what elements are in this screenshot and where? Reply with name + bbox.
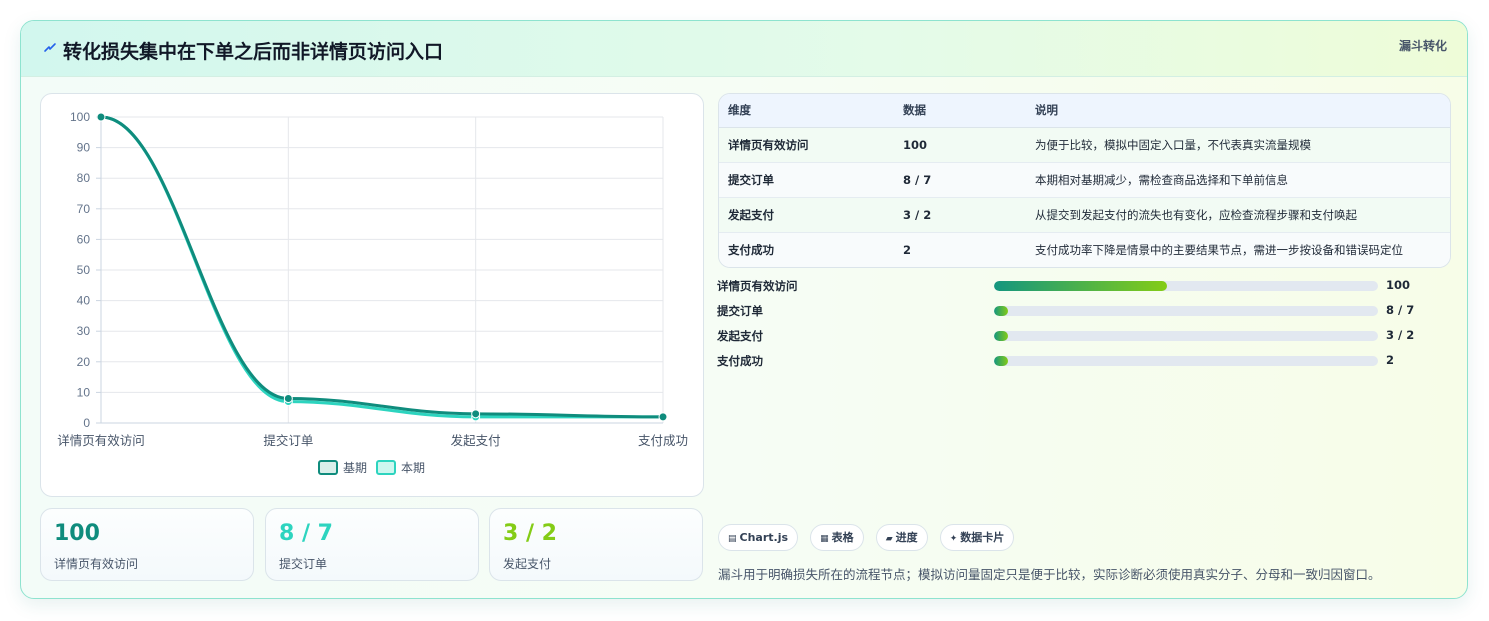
progress-value: 100 <box>1386 278 1411 292</box>
progress-row: 支付成功 2 <box>717 353 1457 378</box>
table-cell: 本期相对基期减少，需检查商品选择和下单前信息 <box>1026 162 1450 198</box>
table-cell: 2 <box>894 232 1026 267</box>
x-tick-label: 支付成功 <box>638 433 688 448</box>
chart-canvas: 0 10 20 30 40 50 60 70 80 90 100 详情页有效访问 提交订单 发起支付 支付成… <box>57 110 688 475</box>
y-tick-label: 40 <box>77 294 91 308</box>
x-tick-label: 提交订单 <box>263 433 313 448</box>
column-header-note: 说明 <box>1026 94 1450 128</box>
y-tick-label: 20 <box>77 355 91 369</box>
kpi-label: 详情页有效访问 <box>54 557 139 571</box>
data-point <box>471 409 481 419</box>
table-row: 发起支付 3 / 2 从提交到发起支付的流失也有变化，应检查流程步骤和支付唤起 <box>719 197 1450 233</box>
kpi-value: 8 / 7 <box>279 521 333 546</box>
progress-label: 详情页有效访问 <box>717 279 798 293</box>
progress-value: 3 / 2 <box>1386 328 1415 342</box>
funnel-table: 维度 数据 说明 详情页有效访问 100 为便于比较，模拟中固定入口量，不代表真… <box>718 93 1451 268</box>
lightning-icon <box>44 43 56 52</box>
legend-swatch <box>318 460 338 475</box>
kpi-card-orders: 8 / 7 提交订单 <box>265 508 479 581</box>
table-cell: 8 / 7 <box>894 162 1026 198</box>
category-tag: 漏斗转化 <box>1398 39 1447 53</box>
y-tick-label: 80 <box>77 171 91 185</box>
progress-label: 提交订单 <box>717 304 763 318</box>
chip-label: 表格 <box>831 531 854 544</box>
progress-fill <box>994 356 1008 366</box>
series-line-current <box>99 115 665 419</box>
legend-swatch <box>376 460 396 475</box>
y-tick-label: 100 <box>70 110 90 124</box>
data-point <box>283 394 293 404</box>
chip-label: 数据卡片 <box>960 531 1005 544</box>
table-cell: 3 / 2 <box>894 197 1026 233</box>
progress-fill <box>994 281 1167 291</box>
table-row: 详情页有效访问 100 为便于比较，模拟中固定入口量，不代表真实流量规模 <box>719 127 1450 163</box>
sparkle-icon: ✦ <box>949 534 958 544</box>
table-cell: 提交订单 <box>719 162 894 198</box>
table-cell: 为便于比较，模拟中固定入口量，不代表真实流量规模 <box>1026 127 1450 163</box>
table-row: 支付成功 2 支付成功率下降是情景中的主要结果节点，需进一步按设备和错误码定位 <box>719 232 1450 267</box>
kpi-value: 3 / 2 <box>503 521 557 546</box>
table-cell: 支付成功率下降是情景中的主要结果节点，需进一步按设备和错误码定位 <box>1026 232 1450 267</box>
legend-label: 本期 <box>401 461 425 475</box>
chip-data-card[interactable]: ✦ 数据卡片 <box>939 524 1015 551</box>
kpi-card-visits: 100 详情页有效访问 <box>40 508 254 581</box>
progress-row: 详情页有效访问 100 <box>717 278 1457 303</box>
chip-label: 进度 <box>895 531 918 544</box>
y-tick-label: 90 <box>77 141 91 155</box>
chart-icon: ▤ <box>728 534 737 544</box>
progress-list: 详情页有效访问 100 提交订单 8 / 7 发起支付 3 / 2 支付成功 2 <box>717 278 1457 378</box>
progress-label: 支付成功 <box>717 354 763 368</box>
series-line-base <box>99 115 665 419</box>
y-tick-label: 50 <box>77 263 91 277</box>
chip-label: Chart.js <box>739 531 789 544</box>
data-point <box>96 112 106 122</box>
x-tick-label: 发起支付 <box>451 433 501 448</box>
table-cell: 从提交到发起支付的流失也有变化，应检查流程步骤和支付唤起 <box>1026 197 1450 233</box>
table-cell: 支付成功 <box>719 232 894 267</box>
y-tick-label: 60 <box>77 232 91 246</box>
table-cell: 发起支付 <box>719 197 894 233</box>
progress-icon: ▰ <box>885 534 893 544</box>
progress-fill <box>994 331 1008 341</box>
data-point <box>658 412 668 422</box>
progress-row: 提交订单 8 / 7 <box>717 303 1457 328</box>
progress-track <box>994 331 1378 341</box>
chip-table[interactable]: ▦ 表格 <box>810 524 864 551</box>
progress-value: 2 <box>1386 353 1395 367</box>
column-header-dimension: 维度 <box>719 94 894 128</box>
table-header-row: 维度 数据 说明 <box>719 94 1450 128</box>
kpi-label: 发起支付 <box>503 557 552 571</box>
page-title: 转化损失集中在下单之后而非详情页访问入口 <box>63 41 444 63</box>
progress-value: 8 / 7 <box>1386 303 1415 317</box>
progress-track <box>994 356 1378 366</box>
table-cell: 详情页有效访问 <box>719 127 894 163</box>
y-tick-label: 30 <box>77 324 91 338</box>
progress-track <box>994 306 1378 316</box>
x-tick-label: 详情页有效访问 <box>57 433 145 448</box>
chip-chartjs[interactable]: ▤ Chart.js <box>718 524 799 551</box>
progress-row: 发起支付 3 / 2 <box>717 328 1457 353</box>
column-header-data: 数据 <box>894 94 1026 128</box>
progress-fill <box>994 306 1008 316</box>
y-tick-label: 10 <box>77 385 91 399</box>
footnote: 漏斗用于明确损失所在的流程节点；模拟访问量固定只是便于比较，实际诊断必须使用真实… <box>718 567 1381 582</box>
table-cell: 100 <box>894 127 1026 163</box>
progress-label: 发起支付 <box>717 329 763 343</box>
y-tick-label: 0 <box>83 416 90 430</box>
progress-track <box>994 281 1378 291</box>
tech-chip-row: ▤ Chart.js ▦ 表格 ▰ 进度 ✦ 数据卡片 <box>718 524 1021 551</box>
kpi-value: 100 <box>54 521 100 546</box>
kpi-label: 提交订单 <box>279 557 328 571</box>
chip-progress[interactable]: ▰ 进度 <box>875 524 928 551</box>
y-tick-label: 70 <box>77 202 91 216</box>
card-header: 转化损失集中在下单之后而非详情页访问入口 漏斗转化 <box>21 21 1467 77</box>
table-icon: ▦ <box>820 534 829 544</box>
legend-label: 基期 <box>343 461 367 475</box>
kpi-card-payment: 3 / 2 发起支付 <box>489 508 703 581</box>
table-row: 提交订单 8 / 7 本期相对基期减少，需检查商品选择和下单前信息 <box>719 162 1450 198</box>
funnel-card: 转化损失集中在下单之后而非详情页访问入口 漏斗转化 0 10 20 30 40 50 60 7… <box>20 20 1468 599</box>
funnel-line-chart: 0 10 20 30 40 50 60 70 80 90 100 详情页有效访问 提交订单 发起支付 支付成… <box>40 93 704 497</box>
